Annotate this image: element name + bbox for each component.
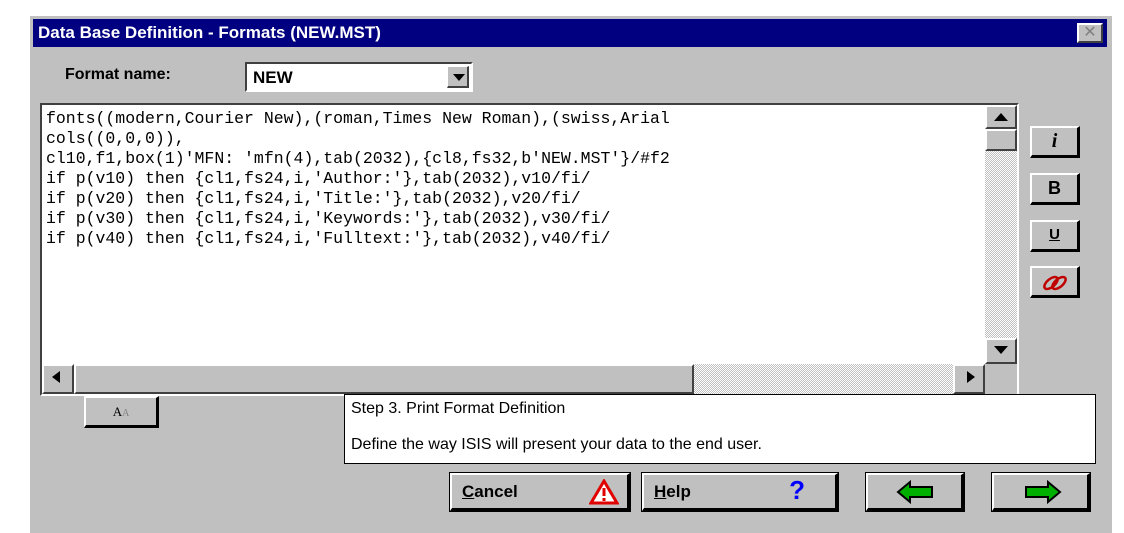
- warning-icon: [589, 479, 619, 505]
- italic-icon: i: [1051, 130, 1058, 152]
- horizontal-scroll-thumb[interactable]: [74, 364, 694, 394]
- link-icon: [1042, 275, 1067, 291]
- step-info-panel: Step 3. Print Format Definition Define t…: [344, 394, 1096, 464]
- left-arrow-icon: [52, 371, 60, 383]
- vertical-scroll-thumb[interactable]: [985, 129, 1017, 151]
- scroll-down-button[interactable]: [985, 338, 1017, 364]
- cancel-label: ancel: [474, 482, 518, 501]
- scroll-left-button[interactable]: [42, 364, 74, 394]
- format-editor[interactable]: fonts((modern,Courier New),(roman,Times …: [40, 103, 1019, 396]
- format-code[interactable]: fonts((modern,Courier New),(roman,Times …: [46, 109, 982, 369]
- next-button[interactable]: [991, 472, 1091, 512]
- code-line: if p(v30) then {cl1,fs24,i,'Keywords:'},…: [46, 209, 611, 228]
- font-button[interactable]: AA: [84, 396, 159, 428]
- back-arrow-icon: [896, 480, 933, 504]
- code-line: cols((0,0,0)),: [46, 129, 185, 148]
- up-arrow-icon: [994, 113, 1008, 121]
- help-question-icon: ?: [789, 475, 805, 505]
- code-line: cl10,f1,box(1)'MFN: 'mfn(4),tab(2032),{c…: [46, 149, 670, 168]
- scroll-right-button[interactable]: [953, 364, 985, 394]
- window-title: Data Base Definition - Formats (NEW.MST): [38, 23, 381, 42]
- horizontal-scrollbar[interactable]: [42, 364, 985, 394]
- back-button[interactable]: [865, 472, 965, 512]
- step-description: Define the way ISIS will present your da…: [351, 436, 762, 453]
- help-mnemonic: H: [654, 482, 667, 501]
- scroll-up-button[interactable]: [985, 105, 1017, 129]
- dropdown-arrow-icon[interactable]: [447, 66, 469, 88]
- code-line: if p(v20) then {cl1,fs24,i,'Title:'},tab…: [46, 189, 581, 208]
- link-button[interactable]: [1030, 266, 1080, 298]
- help-label: elp: [666, 482, 691, 501]
- bold-button[interactable]: B: [1030, 173, 1080, 205]
- cancel-mnemonic: C: [462, 482, 475, 501]
- underline-button[interactable]: U: [1030, 220, 1080, 252]
- format-name-select[interactable]: NEW: [245, 62, 473, 92]
- code-line: if p(v40) then {cl1,fs24,i,'Fulltext:'},…: [46, 229, 611, 248]
- step-title: Step 3. Print Format Definition: [351, 400, 566, 417]
- scrollbar-corner: [985, 364, 1017, 394]
- italic-button[interactable]: i: [1030, 126, 1080, 158]
- title-bar: Data Base Definition - Formats (NEW.MST)…: [33, 19, 1107, 47]
- down-arrow-icon: [994, 346, 1008, 354]
- format-dialog: Data Base Definition - Formats (NEW.MST)…: [30, 16, 1112, 533]
- underline-icon: U: [1049, 226, 1060, 243]
- right-arrow-icon: [967, 371, 975, 383]
- close-icon: ✕: [1083, 24, 1097, 41]
- format-name-label: Format name:: [65, 66, 171, 83]
- code-line: if p(v10) then {cl1,fs24,i,'Author:'},ta…: [46, 169, 591, 188]
- help-button[interactable]: Help ?: [641, 472, 839, 512]
- vertical-scrollbar[interactable]: [985, 105, 1017, 364]
- font-icon: A: [112, 404, 123, 419]
- next-arrow-icon: [1025, 480, 1062, 504]
- cancel-button[interactable]: Cancel: [449, 472, 631, 512]
- close-button[interactable]: ✕: [1077, 23, 1103, 43]
- format-name-value: NEW: [253, 68, 293, 87]
- bold-icon: B: [1048, 178, 1061, 198]
- code-line: fonts((modern,Courier New),(roman,Times …: [46, 109, 670, 128]
